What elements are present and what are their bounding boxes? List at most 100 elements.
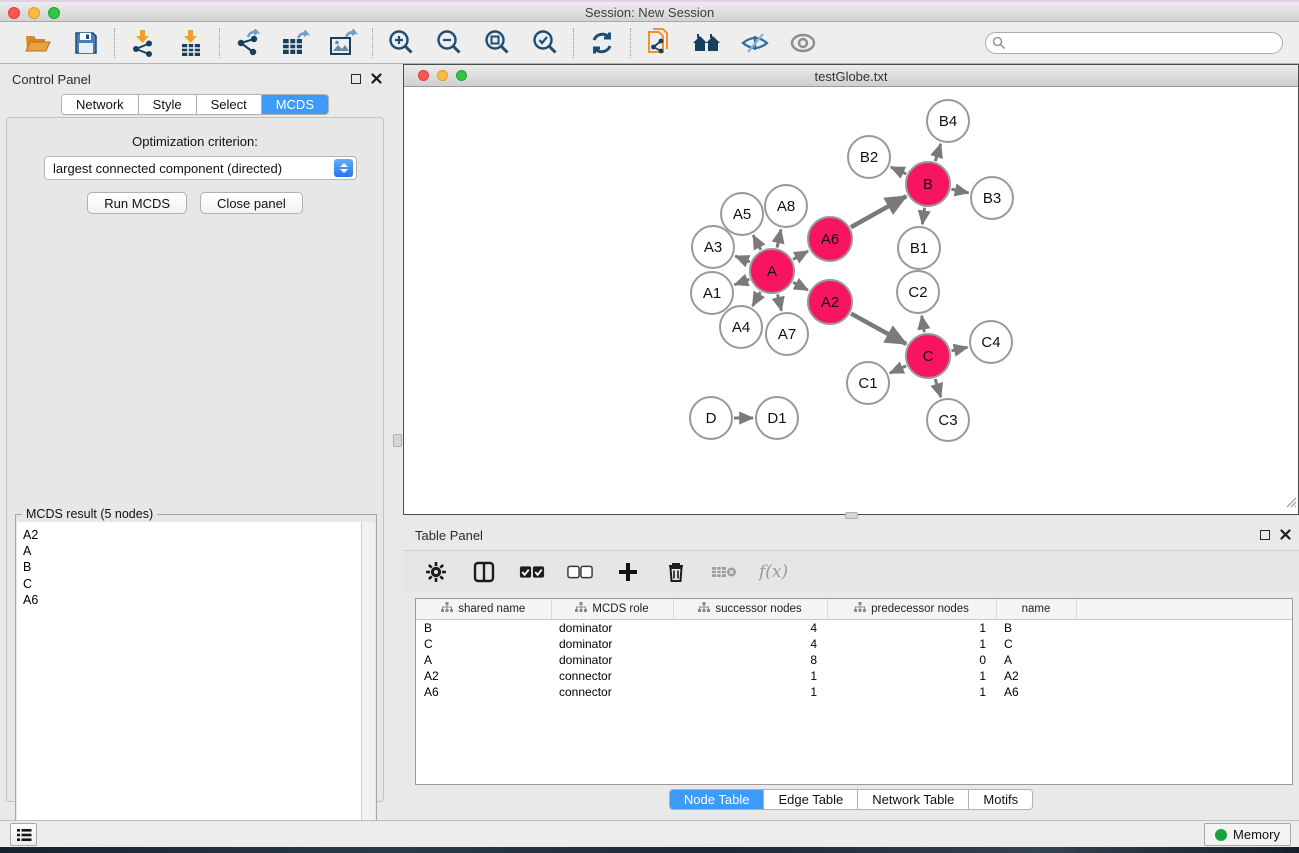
graph-node-B3[interactable]: B3 <box>971 177 1013 219</box>
result-item-a[interactable]: A <box>23 543 361 559</box>
settings-gear-icon[interactable] <box>423 559 449 585</box>
table-row-a6-4[interactable]: A6connector11A6 <box>416 684 1292 700</box>
vertical-split-handle[interactable] <box>393 434 402 447</box>
column-header-name[interactable]: name <box>996 599 1076 619</box>
table-row-b-0[interactable]: Bdominator41B <box>416 619 1292 636</box>
cell-mcds-role[interactable]: dominator <box>551 619 673 636</box>
cell-shared-name[interactable]: C <box>416 636 551 652</box>
graph-node-C[interactable]: C <box>906 334 950 378</box>
graph-node-D[interactable]: D <box>690 397 732 439</box>
horizontal-split-handle[interactable] <box>845 512 858 519</box>
graph-node-A[interactable]: A <box>750 249 794 293</box>
graph-node-A1[interactable]: A1 <box>691 272 733 314</box>
close-panel-icon[interactable] <box>371 73 382 84</box>
column-header-mcds-role[interactable]: MCDS role <box>551 599 673 619</box>
tab-network[interactable]: Network <box>62 95 139 114</box>
export-table-icon[interactable] <box>281 28 311 58</box>
cell-predecessor-nodes[interactable]: 1 <box>827 619 996 636</box>
table-row-a-2[interactable]: Adominator80A <box>416 652 1292 668</box>
save-session-icon[interactable] <box>71 28 101 58</box>
criterion-select[interactable]: largest connected component (directed) <box>44 156 357 180</box>
cell-predecessor-nodes[interactable]: 1 <box>827 668 996 684</box>
graph-edge-A-A7[interactable] <box>778 294 782 310</box>
add-column-icon[interactable] <box>615 559 641 585</box>
graph-node-C4[interactable]: C4 <box>970 321 1012 363</box>
cell-mcds-role[interactable]: dominator <box>551 636 673 652</box>
graph-node-B4[interactable]: B4 <box>927 100 969 142</box>
tab-network-table[interactable]: Network Table <box>858 790 969 809</box>
graph-edge-C-C3[interactable] <box>935 379 941 397</box>
network-graph[interactable]: B4B2BB3A8A5A6A3B1AC2A1A2A4A7C4CC1DD1C3 <box>404 87 1298 514</box>
close-table-panel-icon[interactable] <box>1280 529 1291 540</box>
zoom-out-icon[interactable] <box>434 28 464 58</box>
run-mcds-button[interactable]: Run MCDS <box>87 192 187 214</box>
graph-node-C1[interactable]: C1 <box>847 362 889 404</box>
graph-edge-A-A6[interactable] <box>793 251 808 259</box>
graph-node-B[interactable]: B <box>906 162 950 206</box>
cell-mcds-role[interactable]: connector <box>551 684 673 700</box>
graph-edge-B-B3[interactable] <box>951 189 968 193</box>
graph-edge-A-A1[interactable] <box>735 279 750 284</box>
cell-successor-nodes[interactable]: 4 <box>673 636 827 652</box>
graph-edge-A2-C[interactable] <box>851 314 906 344</box>
graph-edge-B-B2[interactable] <box>891 167 906 174</box>
graph-edge-A-A4[interactable] <box>753 292 761 306</box>
task-history-button[interactable] <box>10 823 37 846</box>
function-builder-icon[interactable]: f(x) <box>759 562 788 582</box>
close-panel-button[interactable]: Close panel <box>200 192 303 214</box>
cell-predecessor-nodes[interactable]: 1 <box>827 636 996 652</box>
column-header-successor-nodes[interactable]: successor nodes <box>673 599 827 619</box>
graph-node-C3[interactable]: C3 <box>927 399 969 441</box>
graph-edge-C-C4[interactable] <box>951 347 967 351</box>
result-item-a6[interactable]: A6 <box>23 592 361 608</box>
graph-edge-A-A8[interactable] <box>777 229 781 247</box>
graph-node-D1[interactable]: D1 <box>756 397 798 439</box>
cell-predecessor-nodes[interactable]: 1 <box>827 684 996 700</box>
delete-table-icon[interactable] <box>711 559 737 585</box>
cell-successor-nodes[interactable]: 1 <box>673 668 827 684</box>
tab-node-table[interactable]: Node Table <box>670 790 765 809</box>
graph-node-C2[interactable]: C2 <box>897 271 939 313</box>
tab-motifs[interactable]: Motifs <box>969 790 1032 809</box>
float-panel-icon[interactable] <box>351 74 361 84</box>
zoom-in-icon[interactable] <box>386 28 416 58</box>
graph-edge-B-B4[interactable] <box>935 144 940 161</box>
cell-name[interactable]: A2 <box>996 668 1076 684</box>
search-input[interactable] <box>985 32 1283 54</box>
cell-name[interactable]: B <box>996 619 1076 636</box>
home-icon[interactable] <box>692 28 722 58</box>
cell-shared-name[interactable]: A6 <box>416 684 551 700</box>
graph-node-A8[interactable]: A8 <box>765 185 807 227</box>
result-item-c[interactable]: C <box>23 576 361 592</box>
cell-shared-name[interactable]: A2 <box>416 668 551 684</box>
cell-mcds-role[interactable]: connector <box>551 668 673 684</box>
cell-successor-nodes[interactable]: 8 <box>673 652 827 668</box>
graph-node-A4[interactable]: A4 <box>720 306 762 348</box>
result-item-a2[interactable]: A2 <box>23 527 361 543</box>
deselect-all-checkboxes-icon[interactable] <box>567 559 593 585</box>
import-network-icon[interactable] <box>128 28 158 58</box>
tab-select[interactable]: Select <box>197 95 262 114</box>
new-network-from-selection-icon[interactable] <box>644 28 674 58</box>
graph-edge-C-C2[interactable] <box>922 316 925 333</box>
column-header-predecessor-nodes[interactable]: predecessor nodes <box>827 599 996 619</box>
graph-edge-A-A3[interactable] <box>735 256 750 262</box>
resize-grip-icon[interactable] <box>1283 494 1297 513</box>
graph-node-B2[interactable]: B2 <box>848 136 890 178</box>
cell-name[interactable]: C <box>996 636 1076 652</box>
tab-edge-table[interactable]: Edge Table <box>764 790 858 809</box>
export-network-icon[interactable] <box>233 28 263 58</box>
export-image-icon[interactable] <box>329 28 359 58</box>
cell-name[interactable]: A6 <box>996 684 1076 700</box>
graph-node-A5[interactable]: A5 <box>721 193 763 235</box>
graph-edge-A-A5[interactable] <box>753 235 761 250</box>
graph-node-A6[interactable]: A6 <box>808 217 852 261</box>
graph-edge-A-A2[interactable] <box>793 282 808 290</box>
zoom-selected-icon[interactable] <box>530 28 560 58</box>
zoom-fit-icon[interactable] <box>482 28 512 58</box>
cell-name[interactable]: A <box>996 652 1076 668</box>
graph-node-A2[interactable]: A2 <box>808 280 852 324</box>
graph-edge-A6-B[interactable] <box>851 196 906 227</box>
open-file-icon[interactable] <box>23 28 53 58</box>
tab-mcds[interactable]: MCDS <box>262 95 328 114</box>
